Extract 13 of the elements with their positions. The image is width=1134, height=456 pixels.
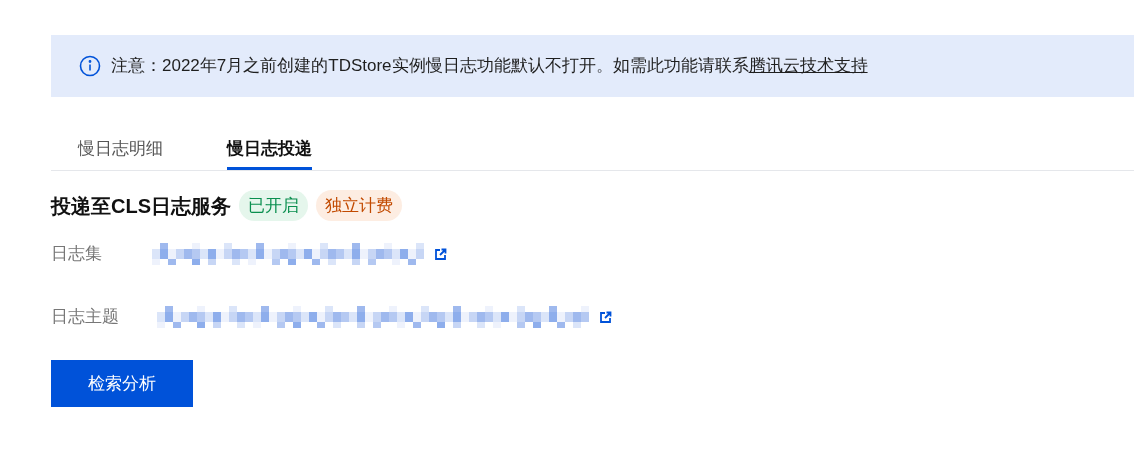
info-icon [79,55,101,77]
section-title: 投递至CLS日志服务 [51,193,231,219]
external-link-icon[interactable] [434,247,447,261]
status-tag: 独立计费 [316,190,402,221]
tab[interactable]: 慢日志明细 [78,130,163,170]
support-link[interactable]: 腾讯云技术支持 [748,56,868,76]
notice-text: 注意：2022年7月之前创建的TDStore实例慢日志功能默认不打开。如需此功能请联系腾讯云技术支持 [111,55,868,78]
tab[interactable]: 慢日志投递 [227,130,312,170]
search-analysis-button[interactable]: 检索分析 [51,360,193,407]
field-label: 日志主题 [51,306,120,329]
status-tag: 已开启 [239,190,308,221]
external-link-icon[interactable] [599,310,612,324]
field-label: 日志集 [51,243,103,266]
